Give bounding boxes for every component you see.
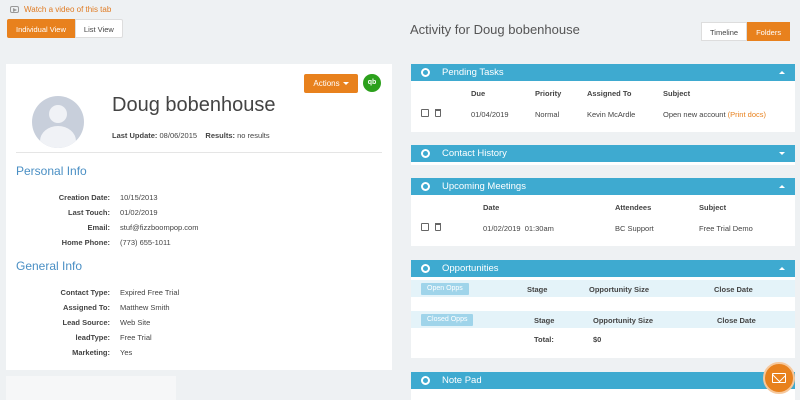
gear-icon[interactable] xyxy=(421,376,430,385)
gear-icon[interactable] xyxy=(421,182,430,191)
col-priority: Priority xyxy=(535,89,562,98)
last-update-value: 08/06/2015 xyxy=(159,131,198,140)
info-row-lead-source: Lead Source: Web Site xyxy=(62,317,151,327)
task-subject-text: Open new account xyxy=(663,110,726,119)
info-row-marketing: Marketing: Yes xyxy=(72,347,133,357)
edit-icon[interactable] xyxy=(421,223,429,231)
col-subject: Subject xyxy=(663,89,691,98)
left-footer xyxy=(6,376,176,400)
note-pad-header[interactable]: Note Pad xyxy=(411,372,795,389)
upcoming-meetings-title: Upcoming Meetings xyxy=(442,181,526,192)
last-update-label: Last Update: xyxy=(112,131,158,140)
mail-button[interactable] xyxy=(763,362,795,394)
personal-info-title: Personal Info xyxy=(16,164,87,178)
total-value: $0 xyxy=(593,335,602,344)
task-priority: Normal xyxy=(535,110,560,119)
note-pad-title: Note Pad xyxy=(442,375,482,386)
upcoming-meetings-panel: Upcoming Meetings Date Attendees Subject… xyxy=(411,178,795,246)
info-row-creation-date: Creation Date: 10/15/2013 xyxy=(58,192,158,202)
actions-button[interactable]: Actions xyxy=(304,74,358,93)
pending-tasks-panel: Pending Tasks Due Priority Assigned To S… xyxy=(411,64,795,132)
closed-col-stage: Stage xyxy=(534,316,555,325)
contact-history-header[interactable]: Contact History xyxy=(411,145,795,162)
activity-title: Activity for Doug bobenhouse xyxy=(410,22,580,37)
total-label: Total: xyxy=(534,335,554,344)
closed-col-close-date: Close Date xyxy=(717,316,756,325)
note-pad-panel: Note Pad xyxy=(411,372,795,400)
edit-icon[interactable] xyxy=(421,109,429,117)
meeting-attendees: BC Support xyxy=(615,224,654,233)
gear-icon[interactable] xyxy=(421,264,430,273)
col-attendees: Attendees xyxy=(615,203,652,212)
email-link[interactable]: stuf@fizzboompop.com xyxy=(120,223,198,232)
opportunities-panel: Opportunities Open Opps Stage Opportunit… xyxy=(411,260,795,358)
activity-tabs: Timeline Folders xyxy=(701,22,791,41)
info-row-contact-type: Contact Type: Expired Free Trial xyxy=(60,287,180,297)
pending-tasks-title: Pending Tasks xyxy=(442,67,504,78)
opportunities-header[interactable]: Opportunities xyxy=(411,260,795,277)
chevron-down-icon xyxy=(342,82,349,85)
col-due: Due xyxy=(471,89,486,98)
closed-opps-badge[interactable]: Closed Opps xyxy=(421,314,474,326)
col-date: Date xyxy=(483,203,500,212)
closed-col-size: Opportunity Size xyxy=(593,316,653,325)
pending-tasks-header[interactable]: Pending Tasks xyxy=(411,64,795,81)
chevron-up-icon[interactable] xyxy=(779,71,785,74)
col-subject: Subject xyxy=(699,203,727,212)
chevron-up-icon[interactable] xyxy=(779,185,785,188)
print-docs-link[interactable]: (Print docs) xyxy=(728,110,766,119)
mail-icon xyxy=(772,373,786,383)
task-assigned: Kevin McArdle xyxy=(587,110,636,119)
task-due: 01/04/2019 xyxy=(471,110,509,119)
top-bar: Watch a video of this tab Individual Vie… xyxy=(0,0,400,42)
open-col-stage: Stage xyxy=(527,285,548,294)
gear-icon[interactable] xyxy=(421,149,430,158)
info-row-email: Email: stuf@fizzboompop.com xyxy=(87,222,199,232)
upcoming-meetings-header[interactable]: Upcoming Meetings xyxy=(411,178,795,195)
info-row-last-touch: Last Touch: 01/02/2019 xyxy=(68,207,158,217)
contact-panel: Actions qb Doug bobenhouse Last Update: … xyxy=(6,64,392,370)
tab-folders[interactable]: Folders xyxy=(747,22,791,41)
last-update: Last Update: 08/06/2015 Results: no resu… xyxy=(112,131,270,140)
watch-video-label: Watch a video of this tab xyxy=(24,5,112,14)
results-label: Results: xyxy=(205,131,235,140)
general-info-title: General Info xyxy=(16,259,83,273)
contact-history-panel: Contact History xyxy=(411,145,795,165)
quickbooks-icon[interactable]: qb xyxy=(363,74,381,92)
video-icon xyxy=(10,6,19,13)
contact-name: Doug bobenhouse xyxy=(112,94,276,116)
chevron-up-icon[interactable] xyxy=(779,267,785,270)
contact-history-title: Contact History xyxy=(442,148,507,159)
avatar xyxy=(32,96,84,148)
open-opps-badge[interactable]: Open Opps xyxy=(421,283,469,295)
col-assigned-to: Assigned To xyxy=(587,89,632,98)
info-row-home-phone: Home Phone: (773) 655-1011 xyxy=(61,237,171,247)
results-value: no results xyxy=(237,131,270,140)
divider xyxy=(16,152,382,153)
info-row-lead-type: leadType: Free Trial xyxy=(75,332,152,342)
chevron-down-icon[interactable] xyxy=(779,152,785,155)
meeting-date: 01/02/2019 01:30am xyxy=(483,224,554,233)
trash-icon[interactable] xyxy=(435,109,441,117)
list-view-button[interactable]: List View xyxy=(74,19,123,38)
watch-video-link[interactable]: Watch a video of this tab xyxy=(10,5,111,14)
view-toggle: Individual View List View xyxy=(7,19,123,38)
actions-label: Actions xyxy=(313,79,340,88)
trash-icon[interactable] xyxy=(435,223,441,231)
individual-view-button[interactable]: Individual View xyxy=(7,19,75,38)
gear-icon[interactable] xyxy=(421,68,430,77)
task-subject: Open new account (Print docs) xyxy=(663,110,766,119)
open-col-close-date: Close Date xyxy=(714,285,753,294)
opportunities-title: Opportunities xyxy=(442,263,499,274)
open-col-size: Opportunity Size xyxy=(589,285,649,294)
meeting-subject: Free Trial Demo xyxy=(699,224,753,233)
tab-timeline[interactable]: Timeline xyxy=(701,22,748,41)
info-row-assigned-to: Assigned To: Matthew Smith xyxy=(63,302,170,312)
